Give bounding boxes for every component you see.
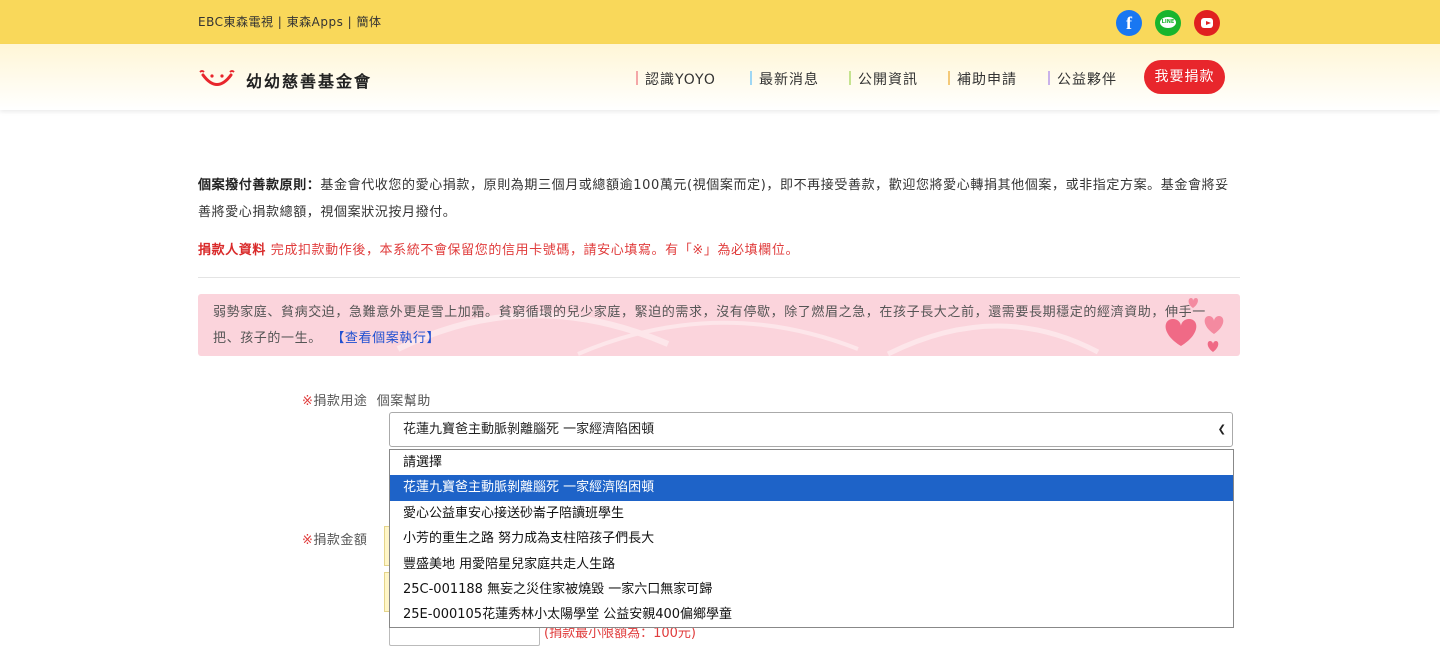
dropdown-option[interactable]: 豐盛美地 用愛陪星兒家庭共走人生路 — [390, 552, 1233, 577]
dropdown-option[interactable]: 25E-000105花蓮秀林小太陽學堂 公益安親400偏鄉學童 — [390, 602, 1233, 627]
dropdown-option[interactable]: 小芳的重生之路 努力成為支柱陪孩子們長大 — [390, 526, 1233, 551]
donate-button[interactable]: 我要捐款 — [1144, 60, 1225, 94]
youtube-play-icon — [1201, 18, 1213, 28]
chevron-down-icon: ❮ — [1217, 424, 1226, 435]
top-links[interactable]: EBC東森電視 | 東森Apps | 簡体 — [198, 13, 382, 30]
line-icon[interactable]: LINE — [1155, 10, 1181, 36]
donor-notice: 捐款人資料 完成扣款動作後，本系統不會保留您的信用卡號碼，請安心填寫。有「※」為… — [198, 239, 799, 258]
dropdown-option-selected[interactable]: 花蓮九寶爸主動脈剝離腦死 一家經濟陷困頓 — [390, 475, 1233, 501]
logo-text[interactable]: 幼幼慈善基金會 — [246, 68, 372, 92]
donation-principle: 個案撥付善款原則：基金會代收您的愛心捐款，原則為期三個月或總額逾100萬元(視個… — [198, 172, 1240, 226]
youtube-icon[interactable] — [1194, 10, 1220, 36]
nav-partners[interactable]: 公益夥伴 — [1048, 69, 1117, 89]
amount-label-text: 捐款金額 — [313, 533, 368, 548]
line-bubble: LINE — [1160, 17, 1176, 28]
banner-text: 弱勢家庭、貧病交迫，急難意外更是雪上加霜。貧窮循環的兒少家庭，緊迫的需求，沒有停… — [213, 300, 1223, 352]
nav-public-info[interactable]: 公開資訊 — [849, 69, 918, 89]
required-mark: ※ — [302, 394, 314, 409]
dropdown-option[interactable]: 25C-001188 無妄之災住家被燒毀 一家六口無家可歸 — [390, 577, 1233, 602]
case-select-dropdown[interactable]: 請選擇 花蓮九寶爸主動脈剝離腦死 一家經濟陷困頓 愛心公益車安心接送砂崙子陪讀班… — [389, 449, 1234, 628]
purpose-label: ※捐款用途 個案幫助 — [302, 390, 431, 409]
top-bar: EBC東森電視 | 東森Apps | 簡体 f LINE — [0, 0, 1440, 44]
required-mark-amount: ※ — [302, 533, 314, 548]
amount-label: ※捐款金額 — [302, 529, 367, 548]
principle-title: 個案撥付善款原則： — [198, 178, 321, 193]
dropdown-option[interactable]: 請選擇 — [390, 450, 1233, 475]
smile-logo-icon[interactable] — [198, 68, 236, 88]
header-nav: 幼幼慈善基金會 認識YOYO 最新消息 公開資訊 補助申請 公益夥伴 我要捐款 — [0, 44, 1440, 110]
view-case-link[interactable]: 【查看個案執行】 — [338, 331, 440, 346]
purpose-value: 個案幫助 — [376, 394, 431, 409]
nav-about[interactable]: 認識YOYO — [636, 69, 716, 89]
dropdown-option[interactable]: 愛心公益車安心接送砂崙子陪讀班學生 — [390, 501, 1233, 526]
case-select-value: 花蓮九寶爸主動脈剝離腦死 一家經濟陷困頓 — [403, 422, 655, 437]
nav-news[interactable]: 最新消息 — [750, 69, 819, 89]
purpose-label-text: 捐款用途 — [313, 394, 368, 409]
nav-subsidy[interactable]: 補助申請 — [948, 69, 1017, 89]
divider — [198, 277, 1240, 278]
donor-notice-text: 完成扣款動作後，本系統不會保留您的信用卡號碼，請安心填寫。有「※」為必填欄位。 — [270, 243, 800, 258]
principle-body: 基金會代收您的愛心捐款，原則為期三個月或總額逾100萬元(視個案而定)，即不再接… — [198, 178, 1229, 220]
case-select[interactable]: 花蓮九寶爸主動脈剝離腦死 一家經濟陷困頓 ❮ — [389, 412, 1233, 447]
facebook-icon[interactable]: f — [1116, 10, 1142, 36]
donor-title: 捐款人資料 — [198, 243, 267, 258]
case-info-banner: 弱勢家庭、貧病交迫，急難意外更是雪上加霜。貧窮循環的兒少家庭，緊迫的需求，沒有停… — [198, 294, 1240, 356]
